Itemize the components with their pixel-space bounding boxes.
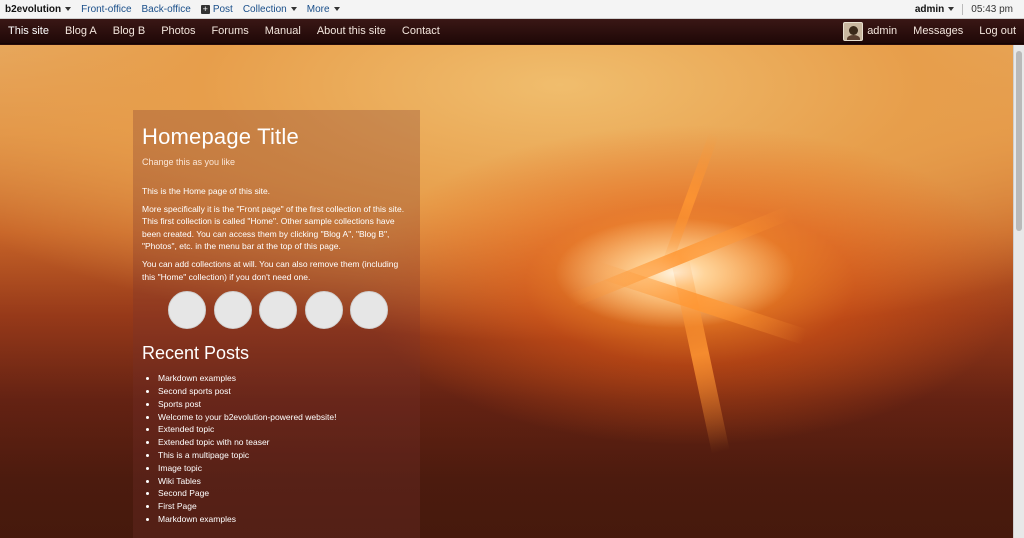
nav-this-site[interactable]: This site	[0, 19, 57, 43]
list-item[interactable]: Extended topic	[158, 423, 411, 436]
messages-link[interactable]: Messages	[905, 19, 971, 43]
description-paragraph: More specifically it is the "Front page"…	[142, 203, 405, 252]
admin-user-menu[interactable]: admin	[910, 0, 959, 18]
nav-about[interactable]: About this site	[309, 19, 394, 43]
social-button-3[interactable]	[259, 291, 297, 330]
time-label: 05:43 pm	[971, 3, 1013, 15]
collections-paragraph: You can add collections at will. You can…	[142, 258, 399, 282]
site-nav: This site Blog A Blog B Photos Forums Ma…	[0, 19, 448, 43]
list-item[interactable]: This is a multipage topic	[158, 449, 411, 462]
site-menu-bar: This site Blog A Blog B Photos Forums Ma…	[0, 19, 1024, 44]
list-item[interactable]: Second sports post	[158, 385, 411, 398]
nav-manual[interactable]: Manual	[257, 19, 309, 43]
page-scrollbar[interactable]	[1013, 45, 1024, 538]
collection-menu[interactable]: Collection	[238, 0, 302, 18]
nav-photos[interactable]: Photos	[153, 19, 203, 43]
more-menu[interactable]: More	[302, 0, 345, 18]
social-links	[168, 291, 411, 330]
sun-flare	[670, 254, 730, 454]
homepage-content-panel: Homepage Title Change this as you like T…	[133, 110, 420, 538]
list-item[interactable]: Sports post	[158, 398, 411, 411]
front-office-link[interactable]: Front-office	[76, 0, 136, 18]
logout-link[interactable]: Log out	[971, 19, 1024, 43]
post-label: Post	[212, 3, 233, 15]
list-item[interactable]: Markdown examples	[158, 513, 411, 526]
chevron-down-icon	[333, 7, 340, 11]
scrollbar-thumb[interactable]	[1016, 51, 1022, 231]
page-title: Homepage Title	[142, 124, 299, 149]
list-item[interactable]: Extended topic with no teaser	[158, 436, 411, 449]
recent-posts-heading: Recent Posts	[142, 343, 250, 364]
list-item[interactable]: Image topic	[158, 462, 411, 475]
post-button[interactable]: + Post	[196, 0, 238, 18]
nav-blog-a[interactable]: Blog A	[57, 19, 105, 43]
plus-icon: +	[200, 3, 210, 14]
toolbar-divider	[962, 3, 964, 15]
brand-label: b2evolution	[5, 3, 62, 15]
chevron-down-icon	[65, 7, 72, 11]
user-name-label: admin	[867, 25, 898, 37]
list-item[interactable]: Markdown examples	[158, 372, 411, 385]
clock: 05:43 pm	[966, 0, 1018, 18]
list-item[interactable]: Welcome to your b2evolution-powered webs…	[158, 411, 411, 424]
social-button-5[interactable]	[350, 291, 388, 330]
social-button-1[interactable]	[168, 291, 206, 330]
collection-label: Collection	[242, 3, 287, 15]
front-office-label: Front-office	[81, 3, 132, 15]
intro-paragraph: This is the Home page of this site.	[142, 186, 271, 196]
social-button-4[interactable]	[304, 291, 343, 330]
list-item[interactable]: Second Page	[158, 487, 411, 500]
admin-user-label: admin	[914, 3, 945, 15]
chevron-down-icon	[290, 7, 297, 11]
user-profile-link[interactable]: admin	[835, 19, 905, 43]
nav-blog-b[interactable]: Blog B	[105, 19, 153, 43]
list-item[interactable]: First Page	[158, 500, 411, 513]
page-subtitle: Change this as you like	[142, 157, 236, 167]
avatar	[843, 21, 864, 41]
admin-toolbar: b2evolution Front-office Back-office + P…	[0, 0, 1024, 19]
more-label: More	[306, 3, 330, 15]
social-button-2[interactable]	[213, 291, 252, 330]
back-office-link[interactable]: Back-office	[137, 0, 196, 18]
b2evolution-menu[interactable]: b2evolution	[4, 0, 76, 18]
recent-posts-list: Markdown examples Second sports post Spo…	[142, 372, 411, 526]
list-item[interactable]: Wiki Tables	[158, 475, 411, 488]
back-office-label: Back-office	[141, 3, 191, 15]
nav-forums[interactable]: Forums	[203, 19, 256, 43]
chevron-down-icon	[948, 7, 955, 11]
nav-contact[interactable]: Contact	[394, 19, 448, 43]
